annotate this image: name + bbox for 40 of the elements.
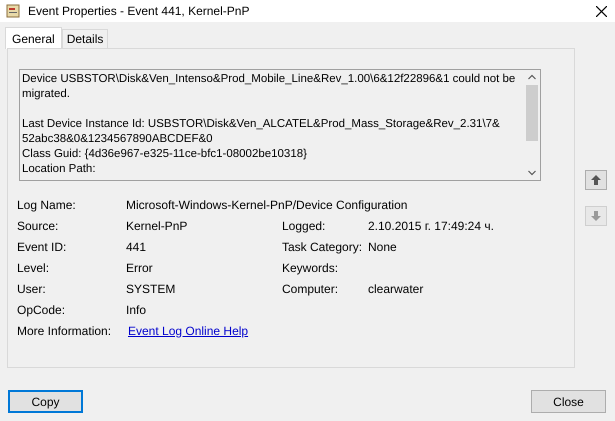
field-value: SYSTEM (126, 282, 176, 296)
field-label: Keywords: (282, 260, 338, 274)
field-label: User: (17, 282, 46, 296)
app-icon (6, 4, 20, 18)
field-value: clearwater (368, 282, 424, 296)
field-label: Log Name: (17, 198, 76, 212)
previous-event-button[interactable] (585, 170, 607, 190)
window-title: Event Properties - Event 441, Kernel-PnP (28, 3, 250, 20)
close-button[interactable]: Close (531, 390, 606, 413)
field-value: Info (126, 302, 146, 316)
field-label: Level: (17, 260, 50, 274)
field-label: Source: (17, 218, 58, 232)
field-label: Logged: (282, 218, 326, 232)
help-link[interactable]: Event Log Online Help (128, 324, 248, 338)
tab[interactable]: Details (62, 29, 108, 48)
description-line: migrated. (22, 87, 70, 102)
field-value: Error (126, 260, 153, 274)
description-line: Device USBSTOR\Disk&Ven_Intenso&Prod_Mobile_Line&Rev_1.00\6&12f22896&1 could not be (22, 72, 516, 87)
copy-button[interactable]: Copy (8, 390, 83, 413)
close-icon[interactable] (596, 6, 607, 16)
up-arrow-icon (590, 174, 602, 186)
field-value: 441 (126, 240, 146, 254)
description-line: 52abc38&0&1234567890ABCDEF&0 (22, 132, 213, 147)
field-value: 2.10.2015 г. 17:49:24 ч. (368, 218, 494, 232)
field-label: Task Category: (282, 240, 362, 254)
description-line: Location Path: (22, 162, 96, 177)
down-arrow-icon (590, 210, 602, 222)
field-label: Computer: (282, 282, 338, 296)
scroll-down-icon[interactable] (528, 170, 536, 176)
description-line: Last Device Instance Id: USBSTOR\Disk&Ven_ALCATEL&Prod_Mass_Storage&Rev_2.31\7& (22, 117, 500, 132)
description-line: Class Guid: {4d36e967-e325-11ce-bfc1-08002be10318} (22, 147, 307, 162)
scroll-up-icon[interactable] (528, 74, 536, 80)
tab[interactable]: General (5, 27, 62, 49)
field-label: OpCode: (17, 302, 66, 316)
field-value: Kernel-PnP (126, 218, 188, 232)
field-label: More Information: (17, 324, 112, 338)
field-value: Microsoft-Windows-Kernel-PnP/Device Configuration (126, 198, 408, 212)
field-value: None (368, 240, 397, 254)
field-label: Event ID: (17, 240, 66, 254)
scrollbar-thumb[interactable] (526, 85, 538, 141)
